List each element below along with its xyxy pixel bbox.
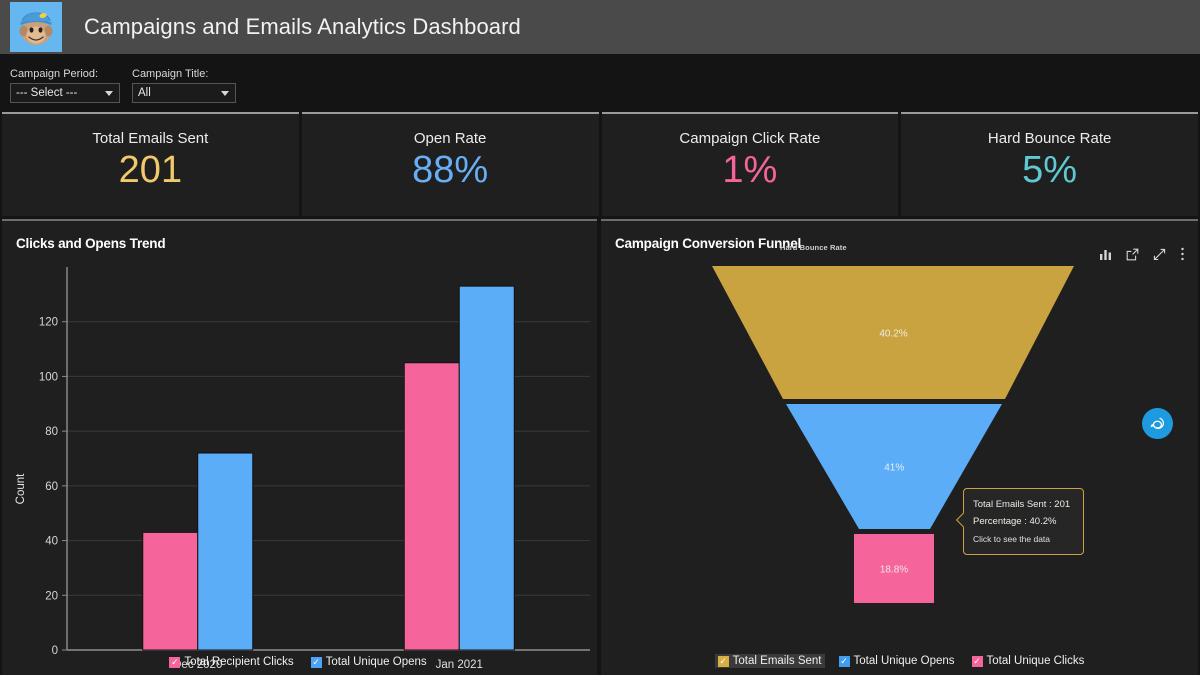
y-tick-label: 120 bbox=[39, 317, 58, 329]
campaign-period-select[interactable]: --- Select --- bbox=[10, 83, 120, 103]
kpi-card-hard-bounce-rate[interactable]: Hard Bounce Rate 5% bbox=[901, 112, 1198, 216]
tooltip-line-percentage: Percentage : 40.2% bbox=[973, 515, 1057, 527]
bar[interactable] bbox=[403, 362, 460, 651]
y-tick-label: 60 bbox=[45, 481, 58, 493]
legend-label: Total Emails Sent bbox=[732, 655, 822, 667]
filter-bar: Campaign Period: --- Select --- Campaign… bbox=[0, 54, 1200, 112]
kpi-card-total-emails-sent[interactable]: Total Emails Sent 201 bbox=[2, 112, 299, 216]
filter-campaign-title: Campaign Title: All bbox=[132, 68, 236, 112]
kpi-title: Campaign Click Rate bbox=[679, 130, 821, 147]
campaign-title-select[interactable]: All bbox=[132, 83, 236, 103]
kpi-card-open-rate[interactable]: Open Rate 88% bbox=[301, 112, 599, 216]
bar[interactable] bbox=[142, 531, 199, 651]
y-tick-label: 40 bbox=[45, 536, 58, 548]
funnel-segment-label: 18.8% bbox=[880, 565, 908, 576]
y-axis-label: Count bbox=[15, 473, 27, 504]
funnel-segment-label: 41% bbox=[884, 463, 904, 474]
funnel-legend: ✓ Total Emails Sent ✓ Total Unique Opens ✓ To… bbox=[602, 654, 1200, 668]
app-header: Campaigns and Emails Analytics Dashboard bbox=[0, 0, 1200, 54]
tooltip-line-emails: Total Emails Sent : 201 bbox=[973, 499, 1071, 510]
kpi-value: 201 bbox=[118, 149, 183, 191]
legend-item[interactable]: ✓ Total Unique Opens bbox=[308, 655, 430, 669]
legend-label: Total Unique Opens bbox=[853, 655, 955, 667]
funnel-subtitle: Hard Bounce Rate bbox=[780, 243, 847, 252]
dashboard-root: Campaigns and Emails Analytics Dashboard… bbox=[0, 0, 1200, 675]
legend-checkbox-icon[interactable]: ✓ bbox=[971, 655, 983, 667]
chat-bubble-icon bbox=[1150, 417, 1164, 430]
legend-item[interactable]: ✓ Total Unique Clicks bbox=[969, 654, 1088, 668]
legend-checkbox-icon[interactable]: ✓ bbox=[310, 656, 322, 668]
legend-checkbox-icon[interactable]: ✓ bbox=[838, 655, 850, 667]
mailchimp-freddie-logo-icon bbox=[10, 2, 62, 52]
filter-campaign-period: Campaign Period: --- Select --- bbox=[10, 68, 120, 112]
y-tick-label: 80 bbox=[45, 426, 58, 438]
legend-checkbox-icon[interactable]: ✓ bbox=[169, 656, 181, 668]
funnel-tooltip: Total Emails Sent : 201 Percentage : 40.… bbox=[955, 488, 1084, 556]
kpi-title: Hard Bounce Rate bbox=[987, 130, 1112, 147]
kpi-row: Total Emails Sent 201 Open Rate 88% Camp… bbox=[0, 112, 1200, 216]
bar-chart-legend: ✓ Total Recipient Clicks ✓ Total Unique Ope… bbox=[0, 655, 596, 669]
legend-label: Total Recipient Clicks bbox=[184, 656, 294, 668]
legend-item[interactable]: ✓ Total Emails Sent bbox=[714, 654, 825, 668]
chat-support-button[interactable] bbox=[1142, 408, 1173, 439]
legend-item[interactable]: ✓ Total Unique Opens bbox=[836, 654, 958, 668]
kpi-value: 1% bbox=[722, 149, 778, 191]
chevron-down-icon bbox=[221, 91, 229, 96]
kpi-card-campaign-click-rate[interactable]: Campaign Click Rate 1% bbox=[601, 112, 899, 216]
kpi-value: 88% bbox=[412, 149, 489, 191]
campaign-period-value: --- Select --- bbox=[16, 87, 78, 99]
clicks-and-opens-trend-panel: Clicks and Opens Trend 0 20 40 60 80 100 120 Co… bbox=[2, 219, 597, 675]
legend-label: Total Unique Opens bbox=[325, 656, 427, 668]
funnel-segment-label: 40.2% bbox=[879, 329, 907, 340]
filter-label: Campaign Title: bbox=[132, 68, 209, 80]
y-tick-label: 100 bbox=[39, 371, 58, 383]
bar-chart-title: Clicks and Opens Trend bbox=[16, 236, 166, 251]
y-tick-label: 20 bbox=[45, 590, 58, 602]
conversion-funnel-chart[interactable]: 40.2% 41% 18.8% bbox=[601, 259, 1198, 659]
campaign-title-value: All bbox=[138, 87, 151, 99]
clicks-and-opens-bar-chart[interactable]: 0 20 40 60 80 100 120 Count Dec 2020 Jan 2021 bbox=[2, 257, 597, 675]
legend-item[interactable]: ✓ Total Recipient Clicks bbox=[166, 655, 296, 669]
kpi-title: Open Rate bbox=[413, 130, 487, 147]
legend-checkbox-icon[interactable]: ✓ bbox=[717, 655, 729, 667]
bar[interactable] bbox=[197, 452, 254, 651]
page-title: Campaigns and Emails Analytics Dashboard bbox=[84, 14, 521, 39]
tooltip-hint: Click to see the data bbox=[973, 534, 1051, 545]
funnel-title: Campaign Conversion Funnel bbox=[615, 236, 802, 251]
chevron-down-icon bbox=[105, 91, 113, 96]
filter-label: Campaign Period: bbox=[10, 68, 99, 80]
legend-label: Total Unique Clicks bbox=[986, 655, 1085, 667]
panel-row: Clicks and Opens Trend 0 20 40 60 80 100 120 Co… bbox=[0, 219, 1200, 675]
campaign-conversion-funnel-panel: Campaign Conversion Funnel Hard Bounce R… bbox=[601, 219, 1198, 675]
bar[interactable] bbox=[458, 285, 515, 651]
kpi-title: Total Emails Sent bbox=[92, 130, 209, 147]
kpi-value: 5% bbox=[1022, 149, 1078, 191]
